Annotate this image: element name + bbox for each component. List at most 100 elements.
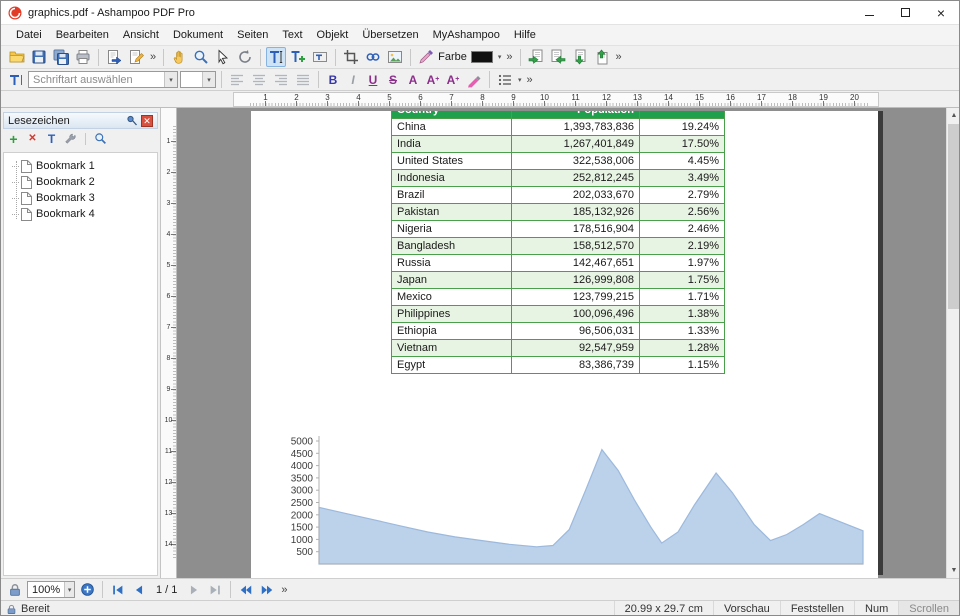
ruler-mark: 10 (161, 405, 176, 436)
bookmark-item[interactable]: Bookmark 4 (4, 206, 157, 222)
toolbar-overflow-icon[interactable]: » (525, 74, 535, 86)
add-text-tool-icon[interactable] (288, 47, 308, 67)
zoom-select[interactable]: 100% ▾ (27, 581, 75, 598)
hand-tool-icon[interactable] (169, 47, 189, 67)
bookmark-item[interactable]: Bookmark 2 (4, 174, 157, 190)
first-page-button[interactable] (109, 581, 127, 599)
last-page-button[interactable] (206, 581, 224, 599)
menu-item-ansicht[interactable]: Ansicht (116, 29, 166, 41)
table-cell: India (392, 136, 512, 153)
ruler-mark: 6 (405, 93, 436, 106)
superscript-button[interactable]: A+ (424, 71, 442, 89)
menu-item-hilfe[interactable]: Hilfe (507, 29, 543, 41)
table-cell: 1.38% (640, 306, 725, 323)
font-select[interactable]: Schriftart auswählen ▾ (28, 71, 178, 88)
list-icon[interactable] (495, 70, 515, 90)
underline-button[interactable]: U (364, 71, 382, 89)
open-file-icon[interactable] (7, 47, 27, 67)
menu-item-text[interactable]: Text (275, 29, 309, 41)
wrench-icon[interactable] (63, 131, 78, 146)
export-document-icon[interactable] (104, 47, 124, 67)
scrollbar-thumb[interactable] (948, 124, 960, 309)
export-pages-icon[interactable] (592, 47, 612, 67)
menu-item-seiten[interactable]: Seiten (230, 29, 275, 41)
toolbar-overflow-icon[interactable]: » (148, 51, 158, 63)
toolbar-overflow-icon[interactable]: » (279, 584, 289, 596)
subscript-button[interactable]: A+ (444, 71, 462, 89)
vertical-ruler: 1234567891011121314 (161, 108, 177, 578)
save-icon[interactable] (29, 47, 49, 67)
vertical-scrollbar[interactable]: ▲ ▼ (946, 108, 960, 578)
chevron-down-icon[interactable]: ▾ (202, 72, 215, 87)
close-panel-icon[interactable]: ✕ (141, 115, 153, 127)
font-size-select[interactable]: ▾ (180, 71, 216, 88)
menu-item-bearbeiten[interactable]: Bearbeiten (49, 29, 116, 41)
ruler-mark: 17 (746, 93, 777, 106)
delete-bookmark-icon[interactable]: ✕ (25, 131, 40, 146)
close-button[interactable]: × (923, 1, 959, 24)
align-right-icon[interactable] (271, 70, 291, 90)
search-bookmark-icon[interactable] (93, 131, 108, 146)
rename-bookmark-icon[interactable]: T (44, 131, 59, 146)
align-justify-icon[interactable] (293, 70, 313, 90)
crop-tool-icon[interactable] (341, 47, 361, 67)
bookmark-item[interactable]: Bookmark 1 (4, 158, 157, 174)
font-color-button[interactable]: A (404, 71, 422, 89)
color-swatch[interactable] (471, 51, 493, 63)
table-cell: 2.79% (640, 187, 725, 204)
menu-item-bersetzen[interactable]: Übersetzen (355, 29, 425, 41)
zoom-tool-icon[interactable] (191, 47, 211, 67)
status-preview-mode[interactable]: Vorschau (713, 601, 780, 616)
view-back-button[interactable] (237, 581, 255, 599)
previous-page-button[interactable] (130, 581, 148, 599)
menu-item-objekt[interactable]: Objekt (310, 29, 356, 41)
pin-icon[interactable] (126, 115, 138, 127)
align-left-icon[interactable] (227, 70, 247, 90)
align-center-icon[interactable] (249, 70, 269, 90)
insert-pages-icon[interactable] (526, 47, 546, 67)
menu-item-dokument[interactable]: Dokument (166, 29, 230, 41)
ruler-mark: 8 (161, 343, 176, 374)
scroll-down-icon[interactable]: ▼ (947, 563, 960, 578)
status-feststellen[interactable]: Feststellen (780, 601, 854, 616)
zoom-in-button[interactable] (78, 581, 96, 599)
toolbar-overflow-icon[interactable]: » (504, 51, 514, 63)
table-cell: 100,096,496 (512, 306, 640, 323)
chevron-down-icon[interactable]: ▾ (64, 582, 74, 597)
toolbar-overflow-icon[interactable]: » (614, 51, 624, 63)
edit-document-icon[interactable] (126, 47, 146, 67)
next-page-button[interactable] (185, 581, 203, 599)
strikethrough-button[interactable]: S (384, 71, 402, 89)
bookmark-item[interactable]: Bookmark 3 (4, 190, 157, 206)
bold-button[interactable]: B (324, 71, 342, 89)
link-tool-icon[interactable] (363, 47, 383, 67)
select-tool-icon[interactable] (213, 47, 233, 67)
pdf-page[interactable]: CountryPopulationChina1,393,783,83619.24… (251, 111, 878, 578)
horizontal-ruler: 1234567891011121314151617181920 (1, 91, 959, 108)
image-tool-icon[interactable] (385, 47, 405, 67)
menu-item-datei[interactable]: Datei (9, 29, 49, 41)
scroll-up-icon[interactable]: ▲ (947, 108, 960, 123)
highlighter-icon[interactable] (464, 70, 484, 90)
extract-pages-icon[interactable] (548, 47, 568, 67)
text-box-tool-icon[interactable] (310, 47, 330, 67)
table-cell: 1,267,401,849 (512, 136, 640, 153)
save-all-icon[interactable] (51, 47, 71, 67)
rotate-view-icon[interactable] (235, 47, 255, 67)
chevron-down-icon[interactable]: ▾ (517, 76, 523, 84)
color-dropdown-arrow[interactable]: ▾ (497, 53, 503, 61)
maximize-button[interactable] (887, 1, 923, 24)
format-painter-icon[interactable] (416, 47, 436, 67)
print-icon[interactable] (73, 47, 93, 67)
italic-button[interactable]: I (344, 71, 362, 89)
minimize-button[interactable] (851, 1, 887, 24)
view-forward-button[interactable] (258, 581, 276, 599)
menu-item-myashampoo[interactable]: MyAshampoo (426, 29, 507, 41)
chevron-down-icon[interactable]: ▾ (164, 72, 177, 87)
ruler-mark: 15 (684, 93, 715, 106)
edit-text-tool-icon[interactable] (266, 47, 286, 67)
lock-icon[interactable] (6, 581, 24, 599)
table-cell: 4.45% (640, 153, 725, 170)
add-bookmark-icon[interactable]: + (6, 131, 21, 146)
import-pages-icon[interactable] (570, 47, 590, 67)
